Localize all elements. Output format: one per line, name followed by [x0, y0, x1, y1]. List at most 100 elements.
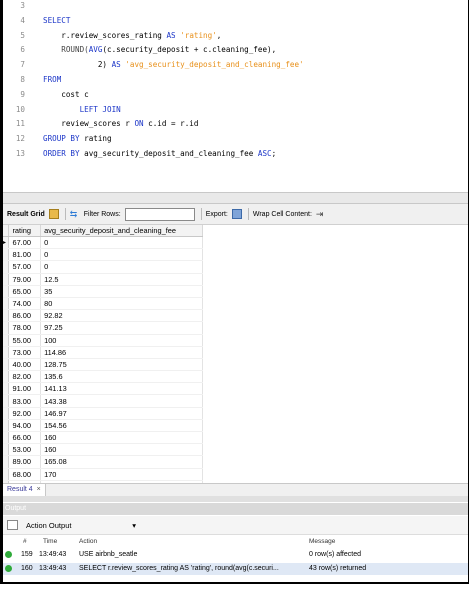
table-row[interactable]: 55.00 100	[3, 334, 203, 347]
grid-view-icon[interactable]	[48, 209, 59, 219]
result-tab-label: Result 4	[7, 486, 33, 493]
filter-rows-label: Filter Rows:	[83, 210, 121, 218]
cell-rating[interactable]: 81.00	[8, 248, 42, 262]
table-row[interactable]: 79.00 12.5	[3, 273, 203, 286]
wrap-cell-icon[interactable]: ⇥	[316, 209, 326, 219]
cell-avg-fee[interactable]: 0	[40, 248, 203, 262]
table-row[interactable]: 89.00 165.08	[3, 455, 203, 469]
cell-rating[interactable]: 40.00	[8, 358, 42, 372]
table-row[interactable]: 94.00 154.56	[3, 419, 203, 433]
table-row[interactable]: 53.00 160	[3, 443, 203, 457]
cell-avg-fee[interactable]: 12.5	[40, 273, 203, 286]
line-number: 10	[15, 104, 25, 114]
results-output-splitter[interactable]	[3, 496, 468, 502]
cell-avg-fee[interactable]: 160	[40, 431, 203, 445]
table-row[interactable]: 40.00 128.75	[3, 358, 203, 372]
cell-avg-fee[interactable]: 0	[40, 236, 203, 250]
code-token: LEFT JOIN	[79, 104, 121, 114]
code-token: ,	[216, 30, 222, 40]
output-toolbar: Action Output ▾	[3, 516, 468, 535]
cell-rating[interactable]: 66.00	[8, 431, 42, 445]
table-row[interactable]: 81.00 0	[3, 248, 203, 262]
result-toolbar: Result Grid ⇆ Filter Rows: Export: Wrap …	[3, 204, 468, 225]
export-icon[interactable]	[231, 209, 242, 219]
cell-rating[interactable]: 57.00	[8, 260, 42, 274]
code-token: ASC	[257, 149, 272, 158]
table-row[interactable]: 57.00 0	[3, 260, 203, 274]
table-row[interactable]: 92.00 146.97	[3, 407, 203, 420]
cell-rating[interactable]: 79.00	[8, 273, 42, 286]
action-output-selected: Action Output	[26, 520, 72, 530]
cell-avg-fee[interactable]: 80	[40, 297, 203, 311]
cell-avg-fee[interactable]: 0	[40, 260, 203, 274]
cell-avg-fee[interactable]: 160	[40, 443, 203, 457]
cell-avg-fee[interactable]: 114.86	[40, 346, 203, 359]
cell-avg-fee[interactable]: 141.13	[40, 382, 203, 396]
toolbar-divider	[64, 208, 66, 220]
table-row[interactable]: 66.00 160	[3, 431, 203, 445]
table-row[interactable]: 86.00 92.82	[3, 309, 203, 323]
code-text: GROUP BY rating	[43, 133, 112, 145]
table-row[interactable]: 73.00 114.86	[3, 346, 203, 359]
code-token: ORDER BY	[43, 149, 80, 158]
cell-avg-fee[interactable]: 146.97	[40, 407, 203, 420]
table-row[interactable]: 74.00 80	[3, 297, 203, 311]
cell-rating[interactable]: 89.00	[8, 455, 42, 469]
cell-rating[interactable]: 83.00	[8, 394, 42, 408]
editor-results-splitter[interactable]	[3, 192, 468, 204]
output-row[interactable]: 159 13:49:43 USE airbnb_seatle 0 row(s) …	[3, 549, 468, 561]
table-row[interactable]: 82.00 135.6	[3, 370, 203, 384]
filter-rows-input[interactable]	[124, 207, 195, 221]
code-text: cost c	[43, 89, 88, 101]
cell-rating[interactable]: 74.00	[8, 297, 42, 311]
sql-editor[interactable]: 3 4 SELECT 5 r.review_scores_rating AS 'rat…	[3, 0, 468, 192]
cell-avg-fee[interactable]: 97.25	[40, 321, 203, 335]
cell-avg-fee[interactable]: 92.82	[40, 309, 203, 323]
column-header-rating[interactable]: rating	[8, 225, 42, 237]
line-number: 13	[15, 149, 25, 158]
col-action: Action	[79, 538, 98, 545]
code-token: FROM	[43, 75, 62, 84]
cell-rating[interactable]: 91.00	[8, 382, 42, 396]
refresh-icon[interactable]: ⇆	[70, 209, 80, 219]
cell-avg-fee[interactable]: 170	[40, 468, 203, 481]
column-header-avg-fee[interactable]: avg_security_deposit_and_cleaning_fee	[40, 225, 203, 237]
code-token: avg_security_deposit_and_cleaning_fee	[79, 149, 258, 158]
result-grid[interactable]: rating avg_security_deposit_and_cleaning…	[3, 225, 203, 483]
cell-rating[interactable]: 73.00	[8, 346, 42, 359]
cell-avg-fee[interactable]: 100	[40, 334, 203, 347]
cell-rating[interactable]: 68.00	[8, 468, 42, 481]
table-row[interactable]: 65.00 35	[3, 285, 203, 298]
table-row[interactable]: 68.00 170	[3, 468, 203, 481]
code-token: r.review_scores_rating	[43, 30, 167, 40]
line-number: 11	[15, 119, 25, 129]
table-row[interactable]: 83.00 143.38	[3, 394, 203, 408]
action-output-dropdown[interactable]: Action Output ▾	[26, 521, 136, 530]
output-row-num: 159	[21, 551, 33, 558]
table-row[interactable]: 78.00 97.25	[3, 321, 203, 335]
close-icon[interactable]: ×	[37, 486, 41, 493]
cell-avg-fee[interactable]: 143.38	[40, 394, 203, 408]
cell-rating[interactable]: 92.00	[8, 407, 42, 420]
table-row[interactable]: 91.00 141.13	[3, 382, 203, 396]
cell-avg-fee[interactable]: 154.56	[40, 419, 203, 433]
cell-rating[interactable]: 65.00	[8, 285, 42, 298]
cell-rating[interactable]: 78.00	[8, 321, 42, 335]
code-token: review_scores r	[43, 119, 135, 129]
cell-rating[interactable]: 82.00	[8, 370, 42, 384]
cell-rating[interactable]: 55.00	[8, 334, 42, 347]
cell-rating[interactable]: 67.00	[8, 236, 42, 250]
cell-rating[interactable]: 94.00	[8, 419, 42, 433]
cell-rating[interactable]: 86.00	[8, 309, 42, 323]
cell-avg-fee[interactable]: 35	[40, 285, 203, 298]
chevron-down-icon: ▾	[132, 520, 136, 530]
result-grid-label[interactable]: Result Grid	[7, 211, 45, 218]
cell-avg-fee[interactable]: 135.6	[40, 370, 203, 384]
cell-rating[interactable]: 53.00	[8, 443, 42, 457]
table-row[interactable]: ▸ 67.00 0	[3, 236, 203, 250]
result-tab[interactable]: Result 4 ×	[3, 484, 46, 496]
output-row[interactable]: 160 13:49:43 SELECT r.review_scores_rati…	[3, 563, 468, 575]
cell-avg-fee[interactable]: 128.75	[40, 358, 203, 372]
col-time: Time	[43, 538, 58, 545]
cell-avg-fee[interactable]: 165.08	[40, 455, 203, 469]
